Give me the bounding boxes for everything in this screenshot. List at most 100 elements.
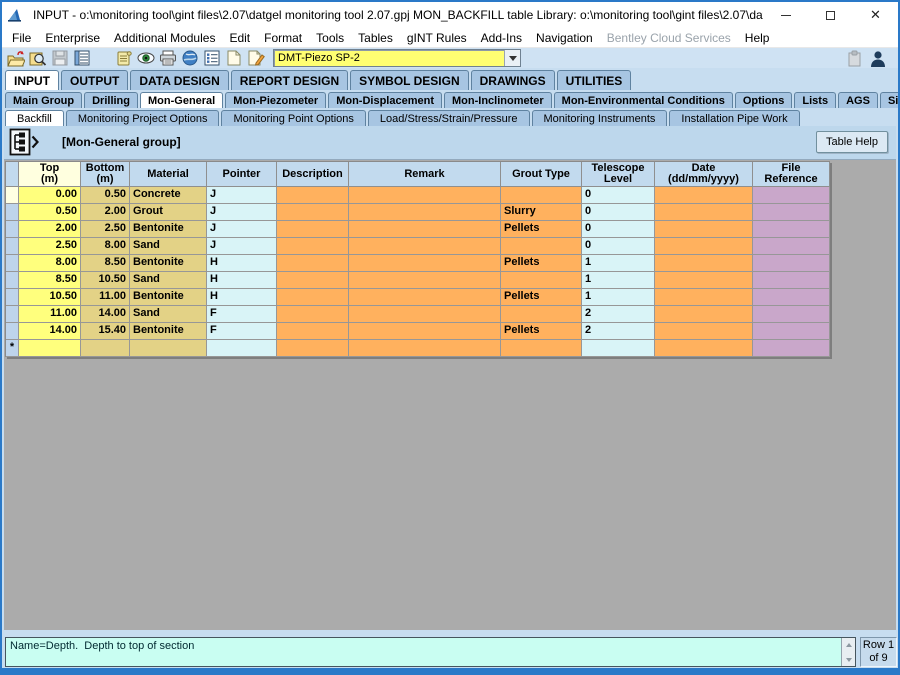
- tab-data-design[interactable]: DATA DESIGN: [130, 70, 228, 90]
- open-project-button[interactable]: [5, 49, 27, 68]
- cell-pointer[interactable]: J: [207, 187, 277, 204]
- group-tree-icon[interactable]: [9, 128, 39, 156]
- cell-fileref[interactable]: [753, 340, 830, 357]
- maximize-button[interactable]: [808, 2, 853, 28]
- cell-remark[interactable]: [349, 187, 501, 204]
- cell-grout[interactable]: [501, 238, 582, 255]
- cell-fileref[interactable]: [753, 323, 830, 340]
- row-selector[interactable]: [6, 221, 19, 238]
- globe-button[interactable]: [179, 49, 201, 68]
- cell-grout[interactable]: Pellets: [501, 323, 582, 340]
- cell-desc[interactable]: [277, 323, 349, 340]
- cell-grout[interactable]: Pellets: [501, 221, 582, 238]
- clipboard-icon[interactable]: [847, 50, 862, 67]
- cell-telescope[interactable]: 0: [582, 204, 655, 221]
- user-icon[interactable]: [870, 50, 886, 67]
- cell-grout[interactable]: Pellets: [501, 255, 582, 272]
- cell-bottom[interactable]: 10.50: [81, 272, 130, 289]
- tab-output[interactable]: OUTPUT: [61, 70, 128, 90]
- cell-desc[interactable]: [277, 306, 349, 323]
- cell-remark[interactable]: [349, 255, 501, 272]
- cell-top[interactable]: 2.00: [19, 221, 81, 238]
- cell-material[interactable]: Sand: [130, 238, 207, 255]
- menu-item-format[interactable]: Format: [257, 28, 309, 48]
- tab-report-design[interactable]: REPORT DESIGN: [231, 70, 348, 90]
- cell-fileref[interactable]: [753, 289, 830, 306]
- cell-grout[interactable]: Pellets: [501, 289, 582, 306]
- grid-header-top[interactable]: Top(m): [19, 162, 81, 187]
- cell-telescope[interactable]: [582, 340, 655, 357]
- tab-options[interactable]: Options: [735, 92, 793, 108]
- cell-remark[interactable]: [349, 221, 501, 238]
- tab-monitoring-project-options[interactable]: Monitoring Project Options: [66, 110, 220, 126]
- cell-pointer[interactable]: F: [207, 306, 277, 323]
- cell-desc[interactable]: [277, 272, 349, 289]
- grid-header-fileref[interactable]: FileReference: [753, 162, 830, 187]
- cell-fileref[interactable]: [753, 306, 830, 323]
- cell-desc[interactable]: [277, 238, 349, 255]
- cell-date[interactable]: [655, 340, 753, 357]
- cell-pointer[interactable]: J: [207, 204, 277, 221]
- tab-utilities[interactable]: UTILITIES: [557, 70, 632, 90]
- tab-backfill[interactable]: Backfill: [5, 110, 64, 126]
- grid-header-material[interactable]: Material: [130, 162, 207, 187]
- cell-telescope[interactable]: 1: [582, 272, 655, 289]
- cell-top[interactable]: 14.00: [19, 323, 81, 340]
- row-selector[interactable]: [6, 238, 19, 255]
- cell-desc[interactable]: [277, 221, 349, 238]
- cell-grout[interactable]: [501, 340, 582, 357]
- cell-fileref[interactable]: [753, 221, 830, 238]
- grid-header-bottom[interactable]: Bottom(m): [81, 162, 130, 187]
- cell-fileref[interactable]: [753, 255, 830, 272]
- cell-bottom[interactable]: 14.00: [81, 306, 130, 323]
- cell-desc[interactable]: [277, 187, 349, 204]
- edit-document-button[interactable]: [245, 49, 267, 68]
- cell-top[interactable]: 0.50: [19, 204, 81, 221]
- tab-mon-piezometer[interactable]: Mon-Piezometer: [225, 92, 326, 108]
- print-preview-button[interactable]: [27, 49, 49, 68]
- tab-site-map[interactable]: Site Map: [880, 92, 900, 108]
- cell-fileref[interactable]: [753, 238, 830, 255]
- cell-material[interactable]: Bentonite: [130, 289, 207, 306]
- script-button[interactable]: [113, 49, 135, 68]
- row-selector[interactable]: [6, 255, 19, 272]
- grid-header-sel[interactable]: [6, 162, 19, 187]
- row-selector[interactable]: [6, 187, 19, 204]
- table-view-button[interactable]: [201, 49, 223, 68]
- cell-material[interactable]: Bentonite: [130, 221, 207, 238]
- tab-input[interactable]: INPUT: [5, 70, 59, 90]
- cell-date[interactable]: [655, 323, 753, 340]
- cell-telescope[interactable]: 1: [582, 255, 655, 272]
- tab-monitoring-instruments[interactable]: Monitoring Instruments: [532, 110, 668, 126]
- menu-item-edit[interactable]: Edit: [222, 28, 257, 48]
- preview-button[interactable]: [135, 49, 157, 68]
- minimize-button[interactable]: [763, 2, 808, 28]
- row-selector[interactable]: [6, 323, 19, 340]
- cell-remark[interactable]: [349, 289, 501, 306]
- menu-item-navigation[interactable]: Navigation: [529, 28, 600, 48]
- cell-pointer[interactable]: H: [207, 289, 277, 306]
- row-selector[interactable]: [6, 204, 19, 221]
- cell-fileref[interactable]: [753, 272, 830, 289]
- save-button[interactable]: [49, 49, 71, 68]
- grid-header-pointer[interactable]: Pointer: [207, 162, 277, 187]
- cell-top[interactable]: 2.50: [19, 238, 81, 255]
- cell-date[interactable]: [655, 187, 753, 204]
- tab-mon-displacement[interactable]: Mon-Displacement: [328, 92, 442, 108]
- cell-date[interactable]: [655, 272, 753, 289]
- cell-pointer[interactable]: H: [207, 255, 277, 272]
- cell-telescope[interactable]: 2: [582, 306, 655, 323]
- cell-top[interactable]: 8.50: [19, 272, 81, 289]
- cell-telescope[interactable]: 0: [582, 187, 655, 204]
- cell-pointer[interactable]: H: [207, 272, 277, 289]
- grid-header-desc[interactable]: Description: [277, 162, 349, 187]
- print-button[interactable]: [157, 49, 179, 68]
- tab-drilling[interactable]: Drilling: [84, 92, 138, 108]
- cell-pointer[interactable]: J: [207, 221, 277, 238]
- grid-header-remark[interactable]: Remark: [349, 162, 501, 187]
- cell-pointer[interactable]: J: [207, 238, 277, 255]
- cell-top[interactable]: [19, 340, 81, 357]
- cell-top[interactable]: 0.00: [19, 187, 81, 204]
- cell-date[interactable]: [655, 221, 753, 238]
- cell-desc[interactable]: [277, 340, 349, 357]
